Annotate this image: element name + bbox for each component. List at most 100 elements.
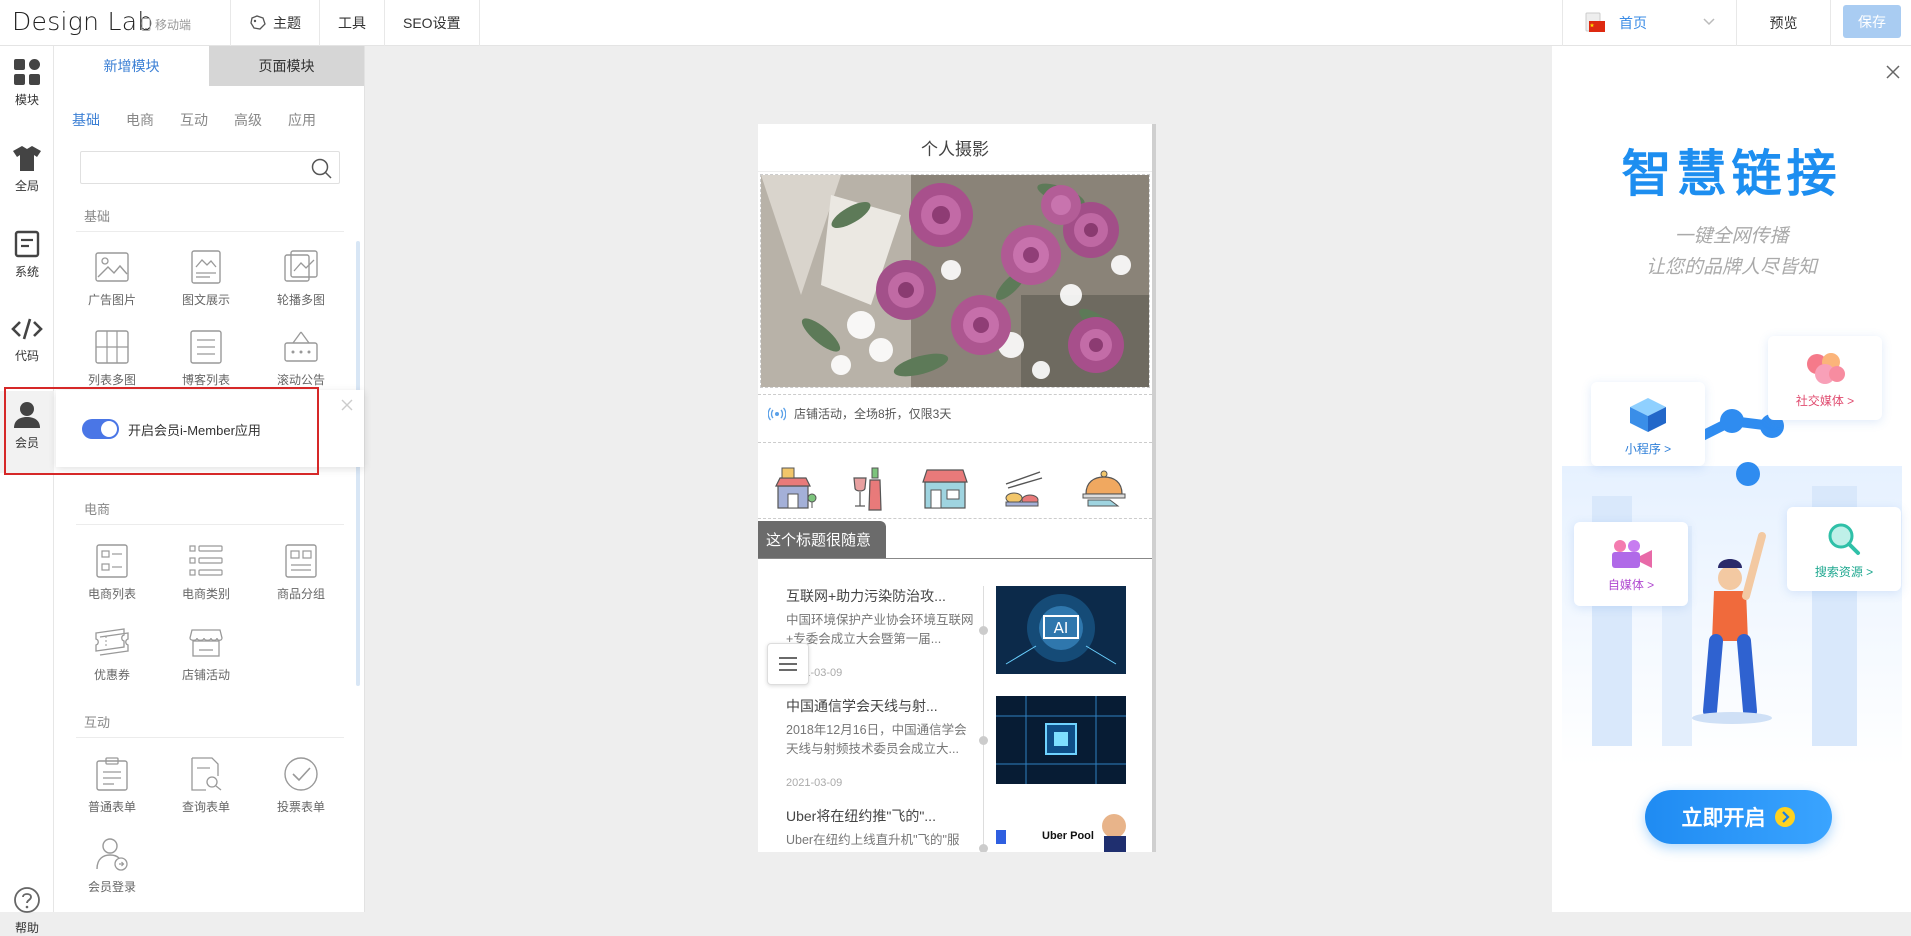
news-item[interactable]: Uber将在纽约推"飞的"... Uber在纽约上线直升机"飞的"服 [758,806,1152,852]
banner-image[interactable] [760,174,1150,388]
store-front-icon[interactable] [921,466,969,510]
divider [758,558,1152,559]
close-icon[interactable] [1885,64,1901,80]
module-label: 店铺活动 [181,668,230,682]
grid-icon [14,59,40,85]
menu-tools[interactable]: 工具 [319,0,384,46]
module-label: 投票表单 [276,800,325,814]
category-icon [189,545,223,576]
divider [758,394,1152,395]
left-rail: 模块 全局 系统 代码 会员 帮助 [0,46,54,935]
cat-apps[interactable]: 应用 [288,110,316,130]
menu-seo[interactable]: SEO设置 [384,0,480,46]
cat-basic[interactable]: 基础 [72,110,100,130]
help-label: 帮助 [14,921,39,935]
divider [758,518,1152,519]
signboard-icon [284,331,318,362]
store-icon [189,629,223,657]
mini-program-card[interactable]: 小程序 > [1591,382,1705,466]
page-name: 首页 [1619,15,1647,31]
section-heading[interactable]: 这个标题很随意 [758,521,886,558]
rail-item-modules[interactable]: 模块 [0,58,54,138]
promo-subtitle: 一键全网传播 [1674,226,1789,247]
menu-theme-label: 主题 [273,15,301,31]
module-search-input[interactable] [80,151,340,184]
news-item[interactable]: 中国通信学会天线与射... 2018年12月16日，中国通信学会天线与射频技术委… [758,696,1152,806]
module-coupon[interactable]: 优惠券 [72,624,152,694]
menu-tools-label: 工具 [338,15,366,31]
code-icon [11,318,43,340]
wine-icon[interactable] [850,466,886,512]
module-label: 商品分组 [276,587,325,601]
social-media-card[interactable]: 社交媒体 > [1768,336,1882,420]
rail-item-system[interactable]: 系统 [0,230,54,310]
cube-icon [1630,398,1666,432]
sushi-icon[interactable] [1000,466,1044,510]
search-icon[interactable] [311,158,333,180]
module-store-activity[interactable]: 店铺活动 [166,624,246,694]
module-product-group[interactable]: 商品分组 [261,543,341,613]
search-doc-icon [191,757,222,791]
card-label: 小程序 > [1624,442,1672,456]
module-ad-image[interactable]: 广告图片 [72,249,152,319]
close-icon[interactable] [340,398,354,412]
uber-pool-image [996,806,1126,852]
search-resource-card[interactable]: 搜索资源 > [1787,507,1901,591]
enable-now-button[interactable]: 立即开启 [1645,790,1832,844]
list-icon [190,330,222,364]
module-ecommerce-list[interactable]: 电商列表 [72,543,152,613]
phone-menu-button[interactable] [767,643,809,685]
help-button[interactable]: 帮助 [0,886,54,936]
notice-bar[interactable]: 店铺活动，全场8折，仅限3天 [768,405,951,422]
rail-item-code[interactable]: 代码 [0,316,54,396]
arrow-circle-icon [1774,807,1795,827]
social-bubbles-icon [1807,353,1845,384]
module-carousel[interactable]: 轮播多图 [261,249,341,319]
menu-theme[interactable]: 主题 [230,0,319,46]
module-label: 优惠券 [93,668,130,682]
page-select[interactable]: 首页 [1562,0,1737,46]
module-ecommerce-category[interactable]: 电商类别 [166,543,246,613]
module-general-form[interactable]: 普通表单 [72,756,152,826]
module-member-login[interactable]: 会员登录 [72,836,152,906]
module-label: 轮播多图 [276,293,325,307]
panel-tabs: 新增模块 页面模块 [54,46,364,86]
cat-advanced[interactable]: 高级 [234,110,262,130]
product-group-icon [285,544,317,578]
section-title-basic: 基础 [84,209,111,224]
news-desc: 中国环境保护产业协会环境互联网+专委会成立大会暨第一届... [786,613,974,646]
mobile-toggle[interactable]: 移动端 [141,16,191,33]
news-desc: 2018年12月16日，中国通信学会天线与射频技术委员会成立大... [786,723,967,756]
menu-seo-label: SEO设置 [403,15,461,31]
module-query-form[interactable]: 查询表单 [166,756,246,826]
tab-page-module[interactable]: 页面模块 [209,46,364,86]
site-title[interactable]: 个人摄影 [758,124,1152,172]
shop-icon[interactable] [774,466,818,512]
rail-item-global[interactable]: 全局 [0,144,54,224]
preview-button[interactable]: 预览 [1737,0,1831,46]
news-item[interactable]: 互联网+助力污染防治攻... 中国环境保护产业协会环境互联网+专委会成立大会暨第… [758,586,1152,696]
cloche-icon[interactable] [1080,466,1128,510]
divider [76,231,344,232]
card-label: 社交媒体 > [1795,394,1855,408]
module-label: 广告图片 [87,293,136,307]
rail-label: 模块 [14,93,39,107]
news-image [996,806,1126,852]
module-label: 图文展示 [181,293,230,307]
save-button[interactable]: 保存 [1843,5,1901,38]
magnifier-icon [1828,523,1860,555]
news-title: 中国通信学会天线与射... [786,698,938,714]
module-label: 会员登录 [87,880,136,894]
module-vote-form[interactable]: 投票表单 [261,756,341,826]
chevron-down-icon [1703,18,1715,26]
check-circle-icon [284,757,318,791]
module-text-image[interactable]: 图文展示 [166,249,246,319]
category-tabs: 基础 电商 互动 高级 应用 [72,110,342,130]
cat-ecommerce[interactable]: 电商 [126,110,154,130]
document-icon [14,230,40,258]
video-camera-icon [1612,540,1652,568]
tab-add-module[interactable]: 新增模块 [54,46,209,86]
cat-interaction[interactable]: 互动 [180,110,208,130]
chip-image [996,696,1126,784]
self-media-card[interactable]: 自媒体 > [1574,522,1688,606]
